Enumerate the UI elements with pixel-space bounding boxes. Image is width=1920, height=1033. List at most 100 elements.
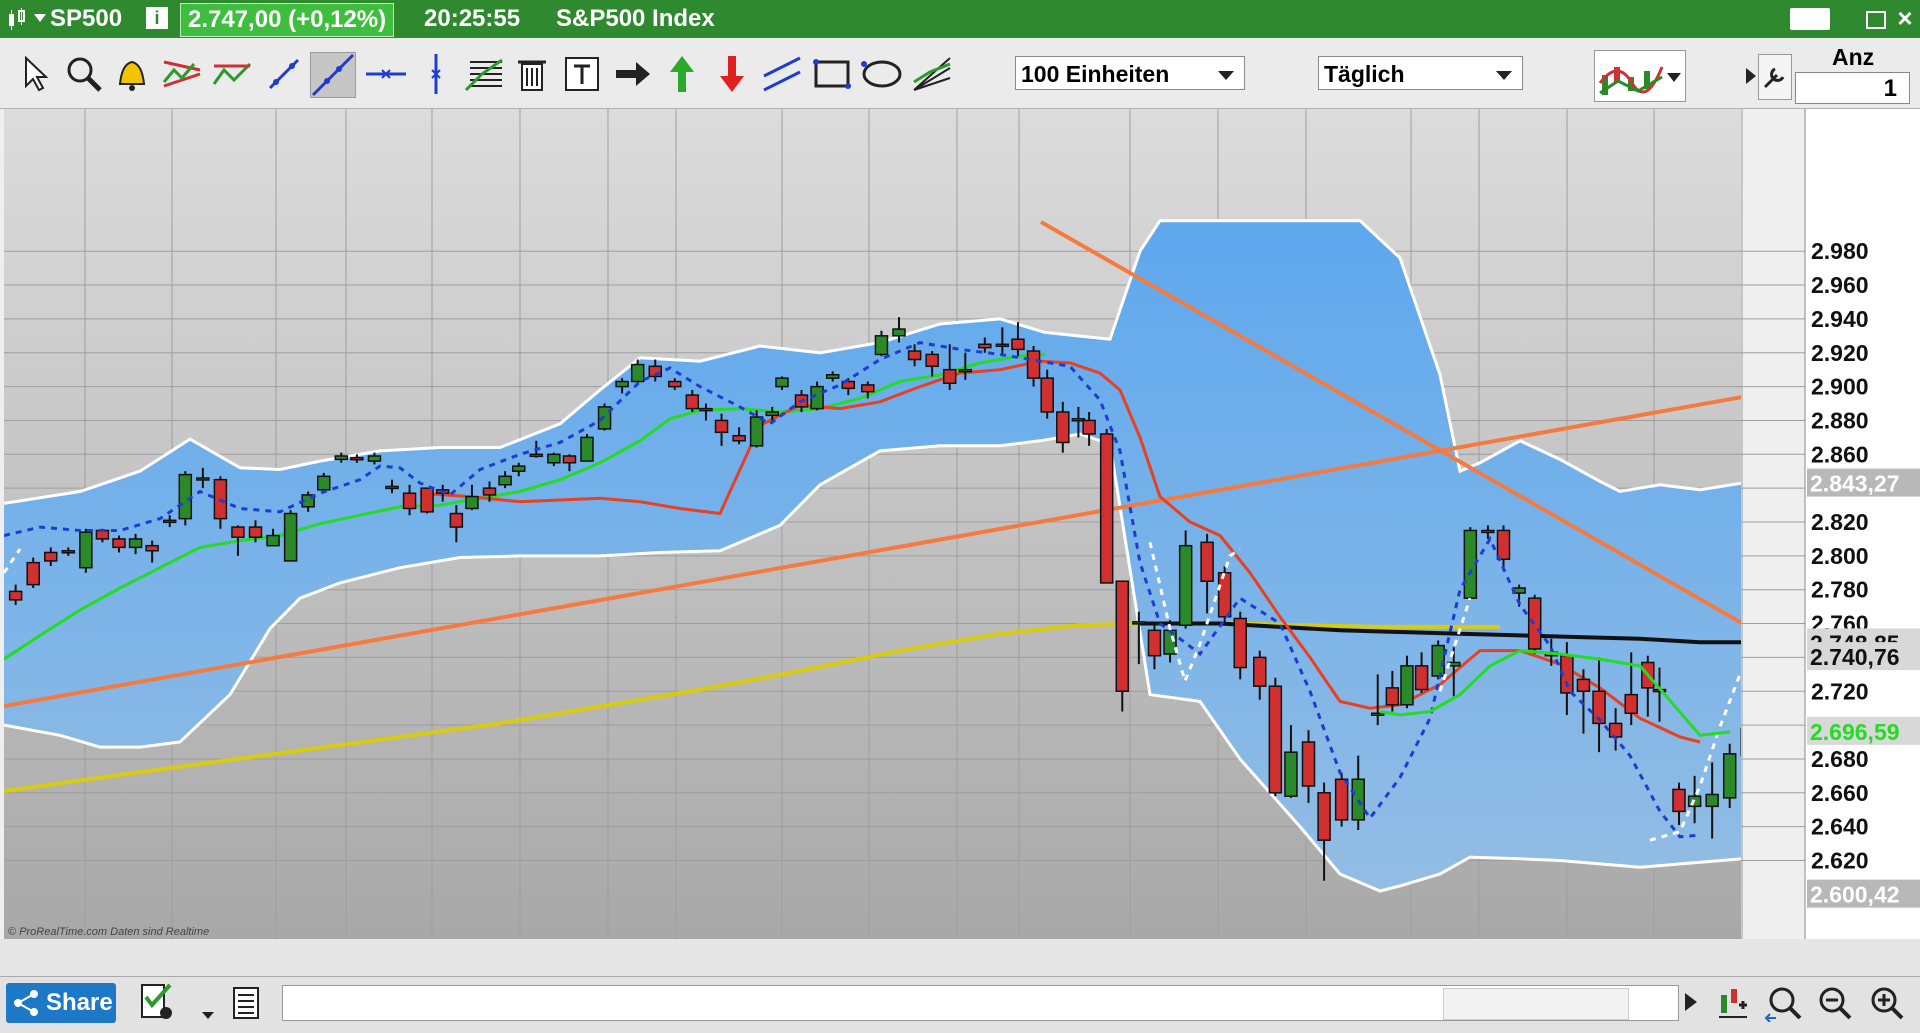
y-tick-label: 2.900 [1811,374,1869,400]
fibonacci-icon [464,58,503,92]
anz-input[interactable]: 1 [1795,72,1910,104]
price-chart[interactable]: 2.9802.9602.9402.9202.9002.8802.8602.840… [0,109,1920,939]
rectangle-icon [813,59,851,89]
indicators-icon [1598,66,1664,95]
zoom-in-icon[interactable] [1868,985,1904,1021]
anz-label: Anz [1832,44,1875,70]
clock-time: 20:25:55 [424,5,521,32]
y-tick-label: 2.720 [1811,678,1869,704]
auto-scale-icon[interactable] [1717,985,1751,1021]
svg-text:2.696,59: 2.696,59 [1810,719,1900,745]
magnifier-icon [67,57,102,92]
tool-bell-alert[interactable] [110,52,154,96]
units-select[interactable]: 100 Einheiten [1015,56,1245,90]
tool-fan[interactable] [910,52,954,96]
list-view-icon[interactable] [232,986,260,1020]
scrollbar-thumb[interactable] [1443,988,1629,1020]
watermark: © ProRealTime.com Daten sind Realtime [8,926,209,938]
tool-line[interactable] [310,52,356,98]
tool-arrow-down[interactable] [710,52,754,96]
indicator-button[interactable] [1594,50,1686,102]
keyboard-icon[interactable] [1790,8,1830,30]
tool-arrow-right[interactable] [610,52,654,96]
y-tick-label: 2.920 [1811,340,1869,366]
close-window-icon[interactable]: × [1894,3,1916,33]
zoom-fit-icon[interactable] [1764,984,1804,1022]
y-tick-label: 2.620 [1811,848,1869,874]
chevron-down-icon [1496,71,1512,80]
y-tick-label: 2.960 [1811,272,1869,298]
line-icon [311,53,355,97]
candle-chart-icon [9,8,25,30]
candle [1178,530,1193,629]
tool-wedge[interactable] [160,52,204,96]
candle [1722,743,1737,809]
symbol-label[interactable]: SP500 [50,5,122,33]
price-marker: 2.600,42 [1807,879,1920,908]
tool-trash[interactable] [510,52,554,96]
restore-window-icon[interactable] [1866,11,1886,29]
title-bar: SP500 i 2.747,00 (+0,12%) 20:25:55 S&P50… [0,0,1920,38]
candle [1527,594,1542,655]
arrow-down-icon [720,56,744,92]
tool-magnifier[interactable] [62,52,106,96]
y-tick-label: 2.660 [1811,780,1869,806]
arrow-up-icon [670,56,694,92]
units-select-value: 100 Einheiten [1021,61,1170,87]
fan-icon [913,57,951,91]
dropdown-small-icon[interactable] [202,1012,214,1020]
tool-zigzag[interactable] [210,52,254,96]
text-icon [565,57,599,91]
tool-text[interactable] [560,52,604,96]
tool-horizontal-line[interactable] [364,52,408,96]
vertical-line-icon [431,54,441,94]
candle [79,528,93,573]
y-tick-label: 2.880 [1811,407,1869,433]
y-tick-label: 2.780 [1811,577,1869,603]
share-button[interactable]: Share [6,983,116,1023]
y-tick-label: 2.980 [1811,238,1869,264]
symbol-dropdown-icon[interactable] [34,14,46,24]
info-icon[interactable]: i [146,7,168,29]
tool-ellipse[interactable] [860,52,904,96]
candle [1431,640,1445,680]
tool-pointer[interactable] [14,52,58,96]
horizontal-line-icon [366,69,406,79]
period-select-value: Täglich [1324,61,1405,87]
ellipse-icon [861,60,902,88]
checklist-icon[interactable] [140,983,176,1023]
settings-button[interactable] [1758,54,1792,100]
period-select[interactable]: Täglich [1318,56,1523,90]
toolbar-scroll-right-icon[interactable] [1746,68,1756,84]
svg-text:2.740,76: 2.740,76 [1810,644,1900,670]
candle [26,557,40,589]
chart-scrollbar[interactable] [282,985,1679,1021]
arrow-right-icon [616,62,650,86]
chevron-down-icon [1218,71,1234,80]
price-marker: 2.696,59 [1807,716,1920,745]
tool-rectangle[interactable] [810,52,854,96]
chevron-down-icon [1667,73,1681,82]
channel-icon [763,56,801,92]
wrench-icon [1763,67,1785,89]
candle [283,510,298,562]
candle [317,472,331,494]
scroll-right-icon[interactable] [1685,993,1697,1011]
svg-text:2.843,27: 2.843,27 [1810,471,1900,497]
wedge-icon [162,60,201,88]
svg-text:2.600,42: 2.600,42 [1810,882,1900,908]
share-label: Share [46,989,113,1016]
price-marker: 2.843,27 [1807,468,1920,497]
tool-vertical-line[interactable] [414,52,458,96]
y-tick-label: 2.640 [1811,814,1869,840]
price-marker: 2.740,76 [1807,642,1920,671]
pointer-icon [25,55,49,92]
tool-channel[interactable] [760,52,804,96]
candle [1268,677,1283,797]
tool-fibonacci[interactable] [462,52,506,96]
y-tick-label: 2.800 [1811,543,1869,569]
y-tick-label: 2.940 [1811,306,1869,332]
zoom-out-icon[interactable] [1816,985,1852,1021]
tool-arrow-up[interactable] [660,52,704,96]
tool-segment[interactable] [262,52,306,96]
